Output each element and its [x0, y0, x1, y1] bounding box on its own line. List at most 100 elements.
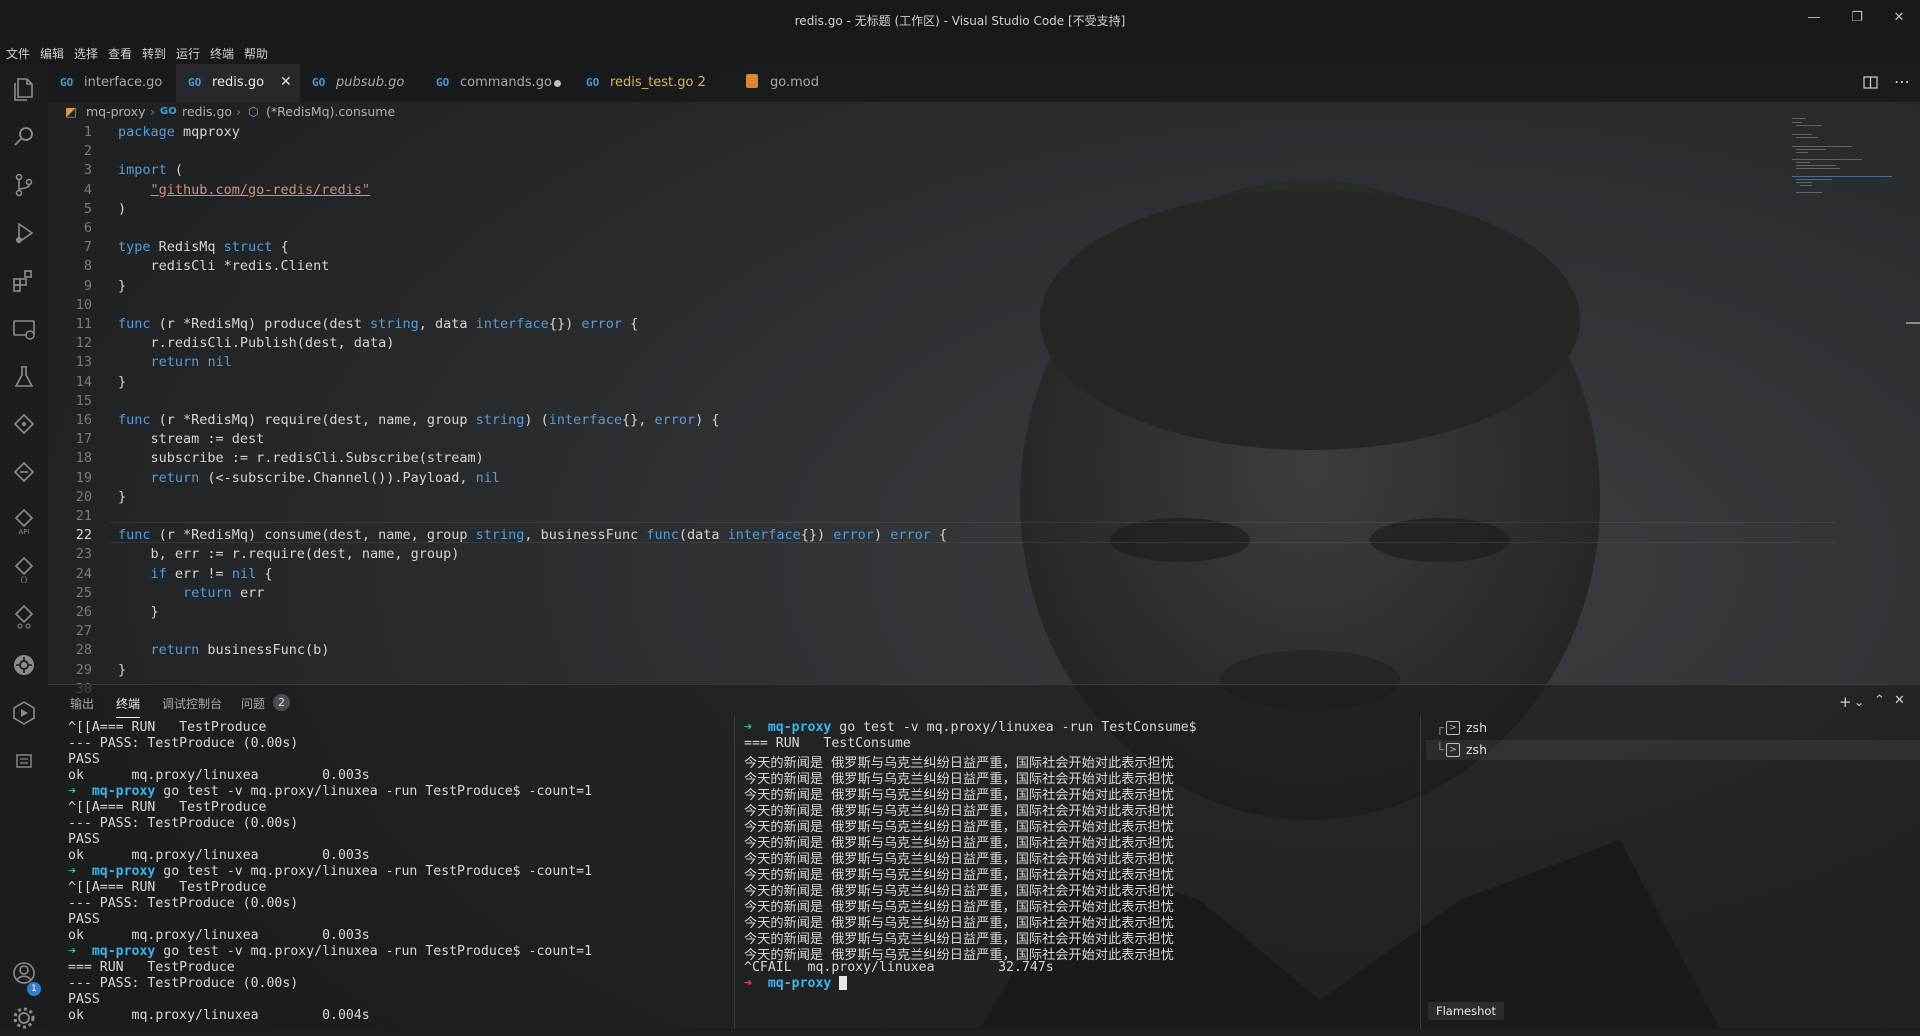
code-line[interactable]: return nil — [118, 354, 232, 370]
close-panel-icon[interactable]: ✕ — [1894, 693, 1905, 708]
maximize-panel-icon[interactable]: ⌃ — [1874, 693, 1885, 708]
restore-button[interactable]: ❐ — [1847, 10, 1867, 30]
code-line[interactable]: func (r *RedisMq) consume(dest, name, gr… — [118, 527, 947, 543]
code-line[interactable]: } — [118, 662, 126, 678]
code-line[interactable]: } — [118, 489, 126, 505]
line-number: 20 — [75, 488, 92, 505]
minimize-button[interactable]: — — [1804, 10, 1824, 30]
menu-terminal[interactable]: 终端 — [210, 45, 234, 62]
tab-redis-go[interactable]: GO redis.go ✕ — [176, 64, 300, 102]
code-line[interactable]: package mqproxy — [118, 124, 240, 140]
close-tab-icon[interactable]: ✕ — [280, 74, 292, 90]
code-line[interactable]: } — [118, 374, 126, 390]
panel-tab-debug-console[interactable]: 调试控制台 — [162, 695, 222, 712]
code-line[interactable]: return err — [118, 585, 264, 601]
extensions-icon[interactable] — [10, 267, 38, 295]
code-line[interactable]: r.redisCli.Publish(dest, data) — [118, 335, 395, 351]
code-line[interactable]: "github.com/go-redis/redis" — [118, 182, 370, 198]
prompt-command: go test -v mq.proxy/linuxea -run TestPro… — [155, 784, 593, 799]
graph-tools-icon[interactable] — [10, 603, 38, 631]
menu-view[interactable]: 查看 — [108, 45, 132, 62]
terminal-line: PASS — [68, 992, 100, 1007]
folder-icon: ◩ — [65, 104, 77, 119]
breadcrumb-folder[interactable]: mq-proxy — [86, 104, 145, 119]
code-line[interactable]: } — [118, 604, 159, 620]
code-line[interactable]: return businessFunc(b) — [118, 642, 330, 658]
line-number: 29 — [75, 661, 92, 678]
code-line[interactable]: return (<-subscribe.Channel()).Payload, … — [118, 470, 501, 486]
chevron-right-icon: › — [236, 104, 241, 119]
tab-interface-go[interactable]: GO interface.go — [48, 64, 176, 102]
api-icon[interactable]: API — [10, 507, 38, 536]
explorer-icon[interactable] — [10, 75, 38, 103]
prompt-dir: mq-proxy — [91, 864, 156, 879]
terminal-split-divider[interactable] — [734, 715, 735, 1029]
remote-explorer-icon[interactable] — [10, 315, 38, 343]
code-line[interactable]: func (r *RedisMq) require(dest, name, gr… — [118, 412, 720, 428]
terminal-line: ^[[A=== RUN TestProduce — [68, 720, 267, 735]
line-number: 13 — [75, 354, 92, 371]
terminal-name: zsh — [1466, 720, 1487, 735]
search-icon[interactable] — [10, 123, 38, 151]
tab-go-mod[interactable]: go.mod — [732, 64, 844, 102]
json-tools-icon[interactable]: {} — [10, 555, 38, 584]
tab-pubsub-go[interactable]: GO pubsub.go — [300, 64, 424, 102]
tab-redis-test-go[interactable]: GO redis_test.go 2 — [574, 64, 732, 102]
line-number: 28 — [75, 642, 92, 659]
menu-help[interactable]: 帮助 — [244, 45, 268, 62]
code-line[interactable]: b, err := r.require(dest, name, group) — [118, 546, 460, 562]
terminal-pane-right[interactable]: ➜ mq-proxy go test -v mq.proxy/linuxea -… — [744, 720, 1414, 1029]
line-number: 21 — [75, 508, 92, 524]
menu-run[interactable]: 运行 — [176, 45, 200, 62]
terminal-pane-left[interactable]: ^[[A=== RUN TestProduce --- PASS: TestPro… — [68, 720, 728, 1029]
unsaved-dot-icon[interactable] — [554, 80, 561, 87]
line-number: 3 — [83, 162, 92, 179]
prompt-arrow-icon: ➜ — [68, 784, 92, 799]
menu-selection[interactable]: 选择 — [74, 45, 98, 62]
split-editor-icon[interactable] — [1860, 64, 1882, 102]
code-line[interactable]: func (r *RedisMq) produce(dest string, d… — [118, 316, 638, 332]
run-debug-icon[interactable] — [10, 219, 38, 247]
terminal-list-item[interactable]: └ > zsh — [1426, 740, 1920, 760]
more-actions-icon[interactable]: ⋯ — [1890, 64, 1912, 102]
code-line[interactable]: if err != nil { — [118, 566, 273, 582]
kubernetes-icon[interactable] — [10, 651, 38, 679]
panel-tab-problems[interactable]: 问题 — [241, 695, 265, 712]
gitlens-icon[interactable] — [10, 459, 38, 487]
code-line[interactable]: redisCli *redis.Client — [118, 258, 330, 274]
source-control-icon[interactable] — [10, 171, 38, 199]
settings-gear-icon[interactable] — [10, 1004, 38, 1032]
code-line[interactable]: import ( — [118, 162, 183, 178]
git-graph-icon[interactable] — [10, 411, 38, 439]
terminal-line: --- PASS: TestProduce (0.00s) — [68, 736, 299, 751]
code-line[interactable]: stream := dest — [118, 431, 265, 447]
go-file-icon: GO — [188, 76, 202, 89]
panel-tab-output[interactable]: 输出 — [70, 695, 94, 712]
menu-goto[interactable]: 转到 — [142, 45, 166, 62]
prompt-arrow-icon: ➜ — [744, 720, 768, 735]
tab-label: commands.go — [460, 75, 552, 90]
breadcrumb-file[interactable]: redis.go — [182, 104, 232, 119]
code-line[interactable]: ) — [118, 201, 126, 217]
code-line[interactable]: } — [118, 278, 126, 294]
breadcrumb-symbol[interactable]: (*RedisMq).consume — [266, 104, 395, 119]
code-editor[interactable]: 1 package mqproxy 2 3 import (4 "github.com/… — [48, 122, 1920, 697]
method-icon: ⬡ — [248, 104, 259, 119]
close-window-button[interactable]: ✕ — [1889, 10, 1909, 30]
go-file-icon: GO — [160, 106, 177, 117]
testing-icon[interactable] — [10, 363, 38, 391]
code-line[interactable]: subscribe := r.redisCli.Subscribe(stream… — [118, 450, 484, 466]
tab-commands-go[interactable]: GO commands.go — [424, 64, 574, 102]
terminal-list-divider[interactable] — [1420, 715, 1421, 1029]
menu-file[interactable]: 文件 — [6, 45, 30, 62]
menu-edit[interactable]: 编辑 — [40, 45, 64, 62]
go-file-icon: GO — [586, 76, 600, 89]
terminal-list-item[interactable]: ┌ > zsh — [1426, 718, 1920, 738]
code-line[interactable]: type RedisMq struct { — [118, 239, 289, 255]
terminal-dropdown-icon[interactable]: ⌄ — [1854, 695, 1864, 709]
terminal-line: ok mq.proxy/linuxea 0.003s — [68, 848, 370, 863]
panel-tab-terminal[interactable]: 终端 — [116, 695, 141, 718]
new-terminal-icon[interactable]: + — [1839, 693, 1852, 711]
run-code-icon[interactable] — [10, 699, 38, 727]
outline-icon[interactable] — [10, 747, 38, 775]
